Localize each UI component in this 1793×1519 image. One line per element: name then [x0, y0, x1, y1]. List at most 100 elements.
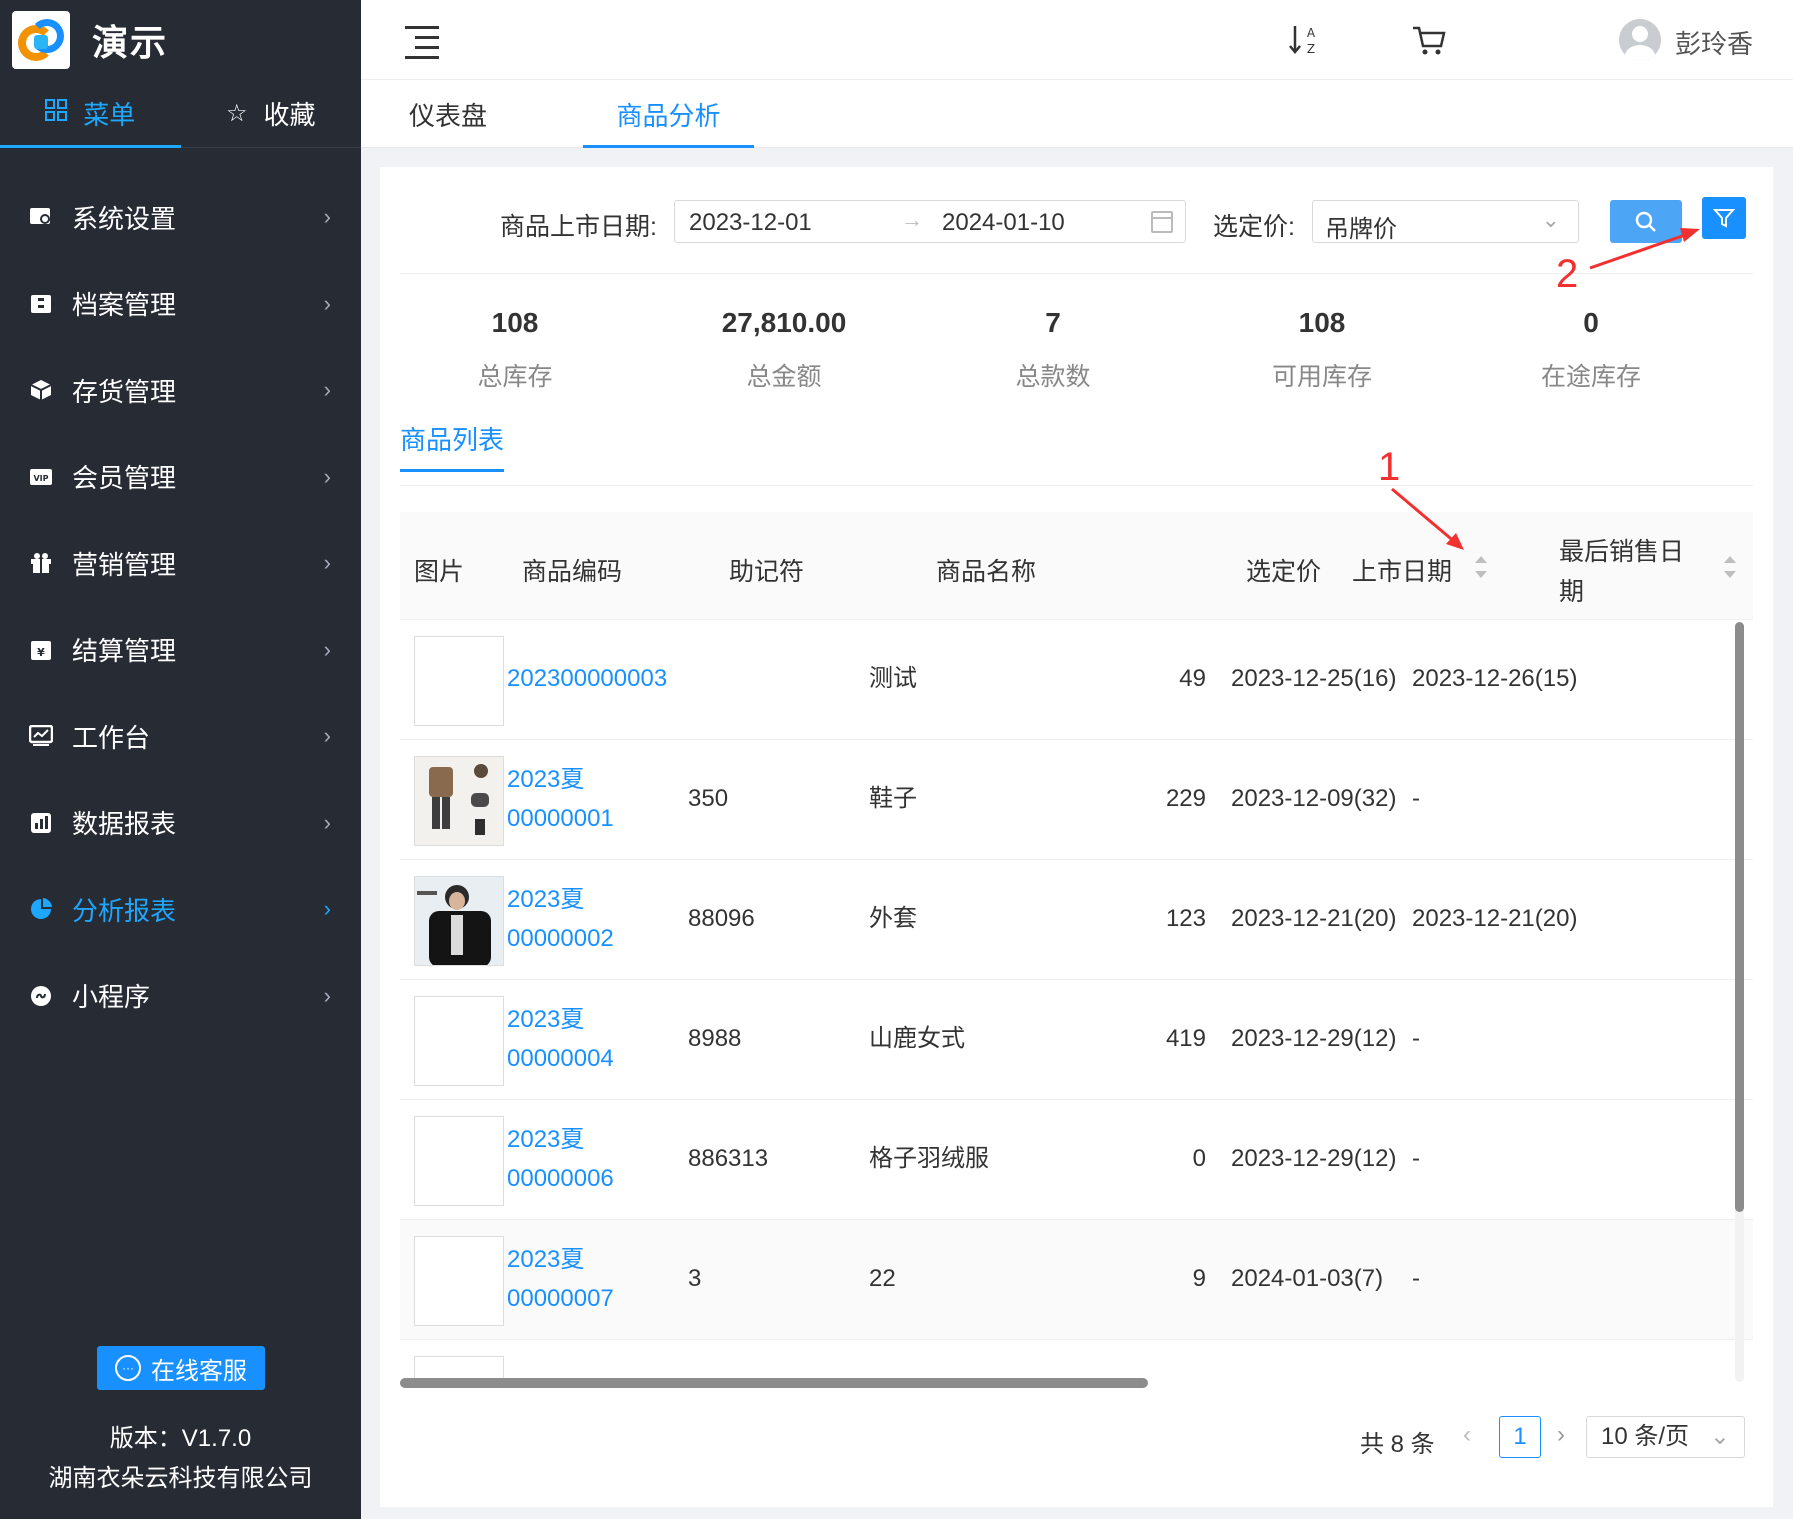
pagination-current-page[interactable]: 1: [1499, 1416, 1541, 1458]
tab-product-list[interactable]: 商品列表: [400, 420, 505, 472]
tab-dashboard[interactable]: 仪表盘: [383, 80, 513, 148]
menu-collapse-icon[interactable]: [405, 26, 439, 59]
table-row[interactable]: 2023夏 00000002 88096 外套 123 2023-12-21(2…: [400, 860, 1753, 980]
stat-total-styles: 7 总款数: [943, 307, 1163, 393]
svg-text:Z: Z: [1307, 42, 1315, 56]
sidebar-item-analysis-reports[interactable]: 分析报表 ›: [0, 866, 361, 953]
sidebar-tab-favorites[interactable]: ☆ 收藏: [181, 80, 362, 147]
product-code-line2[interactable]: 00000006: [507, 1159, 614, 1198]
sidebar-item-label: 小程序: [72, 982, 151, 1013]
product-code-line2[interactable]: 00000004: [507, 1039, 614, 1078]
sidebar-item-archive[interactable]: 档案管理 ›: [0, 261, 361, 348]
sidebar-item-label: 系统设置: [72, 203, 177, 234]
table-row[interactable]: [400, 1340, 1753, 1380]
product-code-line1[interactable]: 2023夏: [507, 1120, 584, 1159]
chevron-left-icon[interactable]: ‹: [1463, 1421, 1471, 1449]
product-name: 山鹿女式: [869, 1025, 965, 1052]
company-name: 湖南衣朵云科技有限公司: [48, 1465, 313, 1492]
calendar-icon: [1151, 211, 1173, 233]
column-header-last-sale-date-line2[interactable]: 期: [1559, 572, 1584, 608]
price-type-select[interactable]: 吊牌价 ⌄: [1312, 200, 1579, 243]
sidebar-tab-menu[interactable]: 菜单: [0, 80, 181, 148]
product-code-line2[interactable]: 00000007: [507, 1279, 614, 1318]
column-header-name: 商品名称: [936, 558, 1037, 586]
product-thumbnail[interactable]: [414, 1236, 504, 1326]
column-header-image: 图片: [414, 558, 465, 586]
product-price: 49: [1179, 665, 1206, 692]
sidebar-tab-menu-label: 菜单: [83, 100, 136, 130]
horizontal-scrollbar[interactable]: [400, 1378, 1148, 1388]
tab-product-analysis[interactable]: 商品分析: [583, 80, 754, 148]
product-code-line1[interactable]: 2023夏: [507, 880, 584, 919]
last-sale-date: -: [1412, 785, 1420, 812]
product-thumbnail[interactable]: [414, 876, 504, 966]
product-code-line2[interactable]: 00000001: [507, 799, 614, 838]
username[interactable]: 彭玲香: [1675, 24, 1753, 61]
product-thumbnail[interactable]: [414, 1116, 504, 1206]
sidebar-tabs: 菜单 ☆ 收藏: [0, 80, 361, 148]
avatar[interactable]: [1619, 19, 1661, 61]
product-price: 9: [1192, 1265, 1206, 1292]
tab-dashboard-label: 仪表盘: [408, 100, 487, 131]
app-title: 演示: [92, 22, 169, 63]
product-code-line1[interactable]: 2023夏: [507, 1240, 584, 1279]
sidebar-item-label: 工作台: [72, 722, 151, 753]
chevron-right-icon: ›: [323, 636, 331, 662]
sidebar-menu: 系统设置 › 档案管理 › 存货管理 › VIP 会员管理 › 营销管理 › ¥…: [0, 148, 361, 1039]
product-thumbnail[interactable]: [414, 636, 504, 726]
sort-caret-icon[interactable]: [1724, 556, 1736, 578]
table-row[interactable]: 2023夏 00000004 8988 山鹿女式 419 2023-12-29(…: [400, 980, 1753, 1100]
page-size-select[interactable]: 10 条/页 ⌄: [1586, 1416, 1745, 1458]
table-row[interactable]: 202300000003 测试 49 2023-12-25(16) 2023-1…: [400, 620, 1753, 740]
sidebar-item-settlement[interactable]: ¥ 结算管理 ›: [0, 607, 361, 694]
sidebar-item-system-settings[interactable]: 系统设置 ›: [0, 174, 361, 261]
divider: [400, 485, 1753, 486]
product-thumbnail[interactable]: [414, 1356, 504, 1380]
top-header: AZ 彭玲香: [361, 0, 1793, 80]
table-row[interactable]: 2023夏 00000006 886313 格子羽绒服 0 2023-12-29…: [400, 1100, 1753, 1220]
column-header-launch-date[interactable]: 上市日期: [1352, 552, 1452, 588]
chevron-right-icon: ›: [323, 550, 331, 576]
product-thumbnail[interactable]: [414, 996, 504, 1086]
settings-icon: [28, 204, 54, 230]
sort-caret-icon[interactable]: [1475, 556, 1487, 578]
workbench-icon: [28, 723, 54, 749]
product-code-line1[interactable]: 2023夏: [507, 1000, 584, 1039]
date-range-picker[interactable]: 2023-12-01 → 2024-01-10: [674, 200, 1186, 243]
table-row[interactable]: 2023夏 00000007 3 22 9 2024-01-03(7) -: [400, 1220, 1753, 1340]
product-mnemonic: 350: [688, 785, 729, 812]
sidebar-item-data-reports[interactable]: 数据报表 ›: [0, 780, 361, 867]
product-code[interactable]: 202300000003: [507, 659, 667, 698]
sidebar-item-inventory[interactable]: 存货管理 ›: [0, 347, 361, 434]
launch-date: 2023-12-09(32): [1231, 785, 1397, 812]
product-thumbnail[interactable]: [414, 756, 504, 846]
launch-date: 2023-12-29(12): [1231, 1145, 1397, 1172]
product-mnemonic: 886313: [688, 1145, 769, 1172]
chevron-right-icon[interactable]: ›: [1557, 1421, 1565, 1449]
product-code-line1[interactable]: 2023夏: [507, 760, 584, 799]
table-row[interactable]: 2023夏 00000001 350 鞋子 229 2023-12-09(32)…: [400, 740, 1753, 860]
sidebar-item-label: 数据报表: [72, 809, 177, 840]
product-price: 229: [1165, 785, 1206, 812]
sidebar-tab-favorites-label: 收藏: [263, 100, 316, 130]
date-start[interactable]: 2023-12-01: [689, 209, 812, 237]
column-header-price: 选定价: [1246, 558, 1322, 586]
sidebar-item-label: 营销管理: [72, 549, 177, 580]
last-sale-date: -: [1412, 1025, 1420, 1052]
sidebar-item-marketing[interactable]: 营销管理 ›: [0, 520, 361, 607]
filter-button[interactable]: [1702, 197, 1746, 239]
date-end[interactable]: 2024-01-10: [942, 209, 1065, 237]
online-service-button[interactable]: ··· 在线客服: [97, 1346, 265, 1390]
star-icon: ☆: [225, 100, 248, 127]
sort-az-icon[interactable]: AZ: [1287, 22, 1327, 62]
cart-icon[interactable]: [1409, 20, 1449, 60]
sidebar-item-workbench[interactable]: 工作台 ›: [0, 693, 361, 780]
sidebar-item-label: 存货管理: [72, 376, 177, 407]
vertical-scrollbar[interactable]: [1735, 622, 1744, 1212]
launch-date: 2023-12-25(16): [1231, 665, 1397, 692]
sidebar-item-miniprogram[interactable]: 小程序 ›: [0, 953, 361, 1040]
sidebar-item-members[interactable]: VIP 会员管理 ›: [0, 434, 361, 521]
column-header-last-sale-date[interactable]: 最后销售日: [1559, 532, 1684, 568]
svg-text:VIP: VIP: [33, 474, 48, 483]
product-code-line2[interactable]: 00000002: [507, 919, 614, 958]
